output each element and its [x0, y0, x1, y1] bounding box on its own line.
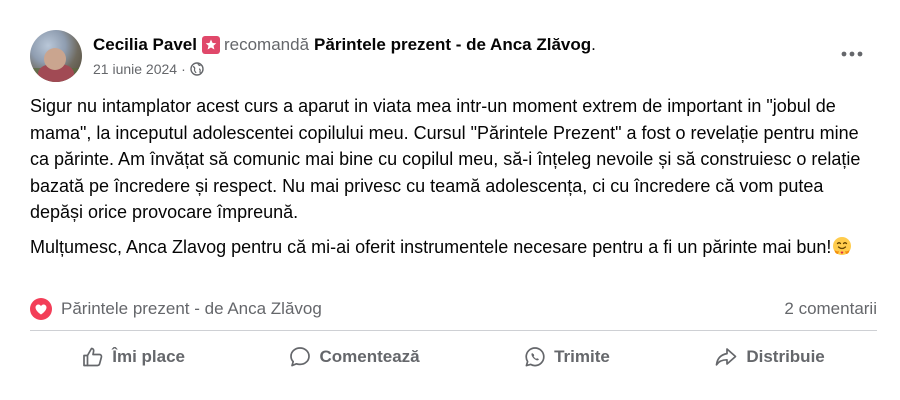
comments-count-link[interactable]: 2 comentarii	[784, 299, 877, 319]
whatsapp-icon	[525, 347, 545, 367]
thumbs-up-icon	[83, 347, 103, 367]
post-paragraph-2: Mulțumesc, Anca Zlavog pentru că mi-ai o…	[30, 236, 832, 257]
more-dots-icon	[841, 51, 863, 57]
share-label: Distribuie	[746, 347, 825, 366]
post-paragraph-2-wrap: Mulțumesc, Anca Zlavog pentru că mi-ai o…	[30, 234, 875, 261]
recommend-icon	[201, 36, 220, 54]
post-meta: 21 iunie 2024 ·	[93, 60, 204, 78]
reaction-summary-row: Părintele prezent - de Anca Zlăvog 2 com…	[30, 295, 877, 323]
send-whatsapp-button[interactable]: Trimite	[514, 340, 620, 374]
post-header: Cecilia Pavel recomandă Părintele prezen…	[93, 34, 596, 56]
globe-icon	[190, 62, 204, 76]
send-label: Trimite	[554, 347, 610, 366]
more-options-button[interactable]	[832, 40, 872, 68]
author-name[interactable]: Cecilia Pavel	[93, 34, 197, 56]
meta-separator: ·	[181, 61, 186, 77]
comment-label: Comentează	[319, 347, 420, 366]
like-label: Îmi place	[112, 347, 185, 366]
post-date[interactable]: 21 iunie 2024	[93, 61, 177, 77]
post-actions-bar: Îmi place Comentează Trimite Distribuie	[30, 336, 877, 378]
actions-divider	[30, 330, 877, 331]
post-text: Sigur nu intamplator acest curs a aparut…	[30, 93, 875, 268]
post-card: Cecilia Pavel recomandă Părintele prezen…	[0, 0, 900, 400]
reaction-label: Părintele prezent - de Anca Zlăvog	[61, 299, 322, 318]
page-name-link[interactable]: Părintele prezent - de Anca Zlăvog	[314, 34, 591, 56]
like-button[interactable]: Îmi place	[72, 340, 195, 374]
header-end-punct: .	[591, 35, 596, 54]
post-paragraph-1: Sigur nu intamplator acest curs a aparut…	[30, 96, 861, 222]
comment-button[interactable]: Comentează	[279, 340, 429, 374]
reaction-summary[interactable]: Părintele prezent - de Anca Zlăvog	[30, 298, 322, 320]
smiling-face-with-hearts-hands-emoji	[832, 236, 852, 256]
share-button[interactable]: Distribuie	[704, 340, 834, 374]
author-avatar[interactable]	[30, 30, 82, 82]
recommends-text: recomandă	[223, 35, 310, 54]
comment-bubble-icon	[290, 347, 311, 367]
share-arrow-icon	[715, 348, 737, 366]
love-reaction-icon	[30, 298, 52, 320]
